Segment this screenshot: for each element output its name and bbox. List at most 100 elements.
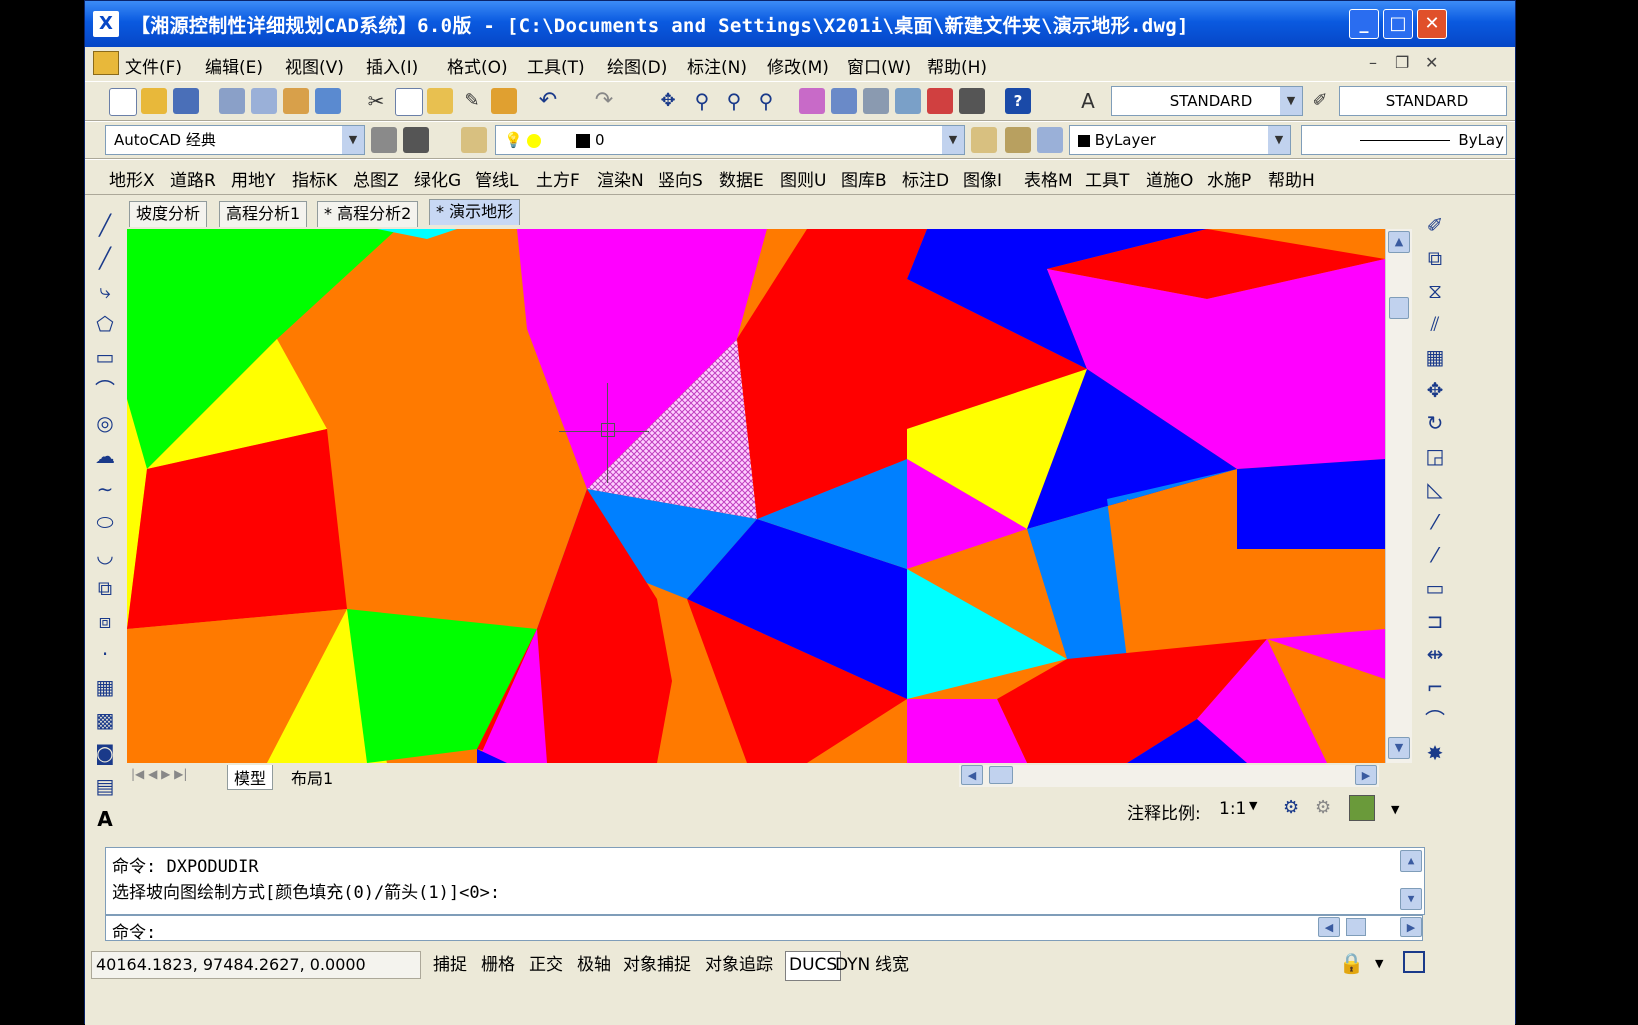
menu-insert[interactable]: 插入(I) [366,53,418,78]
sheet-set-icon[interactable] [895,88,921,114]
rotate-icon[interactable]: ↻ [1421,409,1449,437]
layout-nav-buttons[interactable]: |◀ ◀ ▶ ▶| [131,767,187,781]
xy-menu-library[interactable]: 图库B [841,166,887,191]
xy-menu-table[interactable]: 表格M [1024,166,1073,191]
publish-icon[interactable] [283,88,309,114]
text-style-select[interactable]: STANDARD ▼ [1111,86,1303,116]
mdi-minimize-button[interactable]: – [1369,53,1377,72]
xy-menu-greening[interactable]: 绿化G [414,166,461,191]
toolbar-lock-icon[interactable] [1349,795,1375,821]
toggle-osnap[interactable]: 对象捕捉 [619,951,695,981]
close-button[interactable]: ✕ [1417,9,1447,39]
xy-menu-road[interactable]: 道路R [170,166,216,191]
color-select[interactable]: ByLayer ▼ [1069,125,1291,155]
menu-file[interactable]: 文件(F) [125,53,182,78]
menu-format[interactable]: 格式(O) [447,53,508,78]
break-icon[interactable]: ⊐ [1421,607,1449,635]
scroll-down-button[interactable]: ▼ [1388,737,1410,759]
multiline-text-icon[interactable]: A [91,805,119,833]
save-icon[interactable] [173,88,199,114]
xy-menu-terrain[interactable]: 地形X [109,166,155,191]
xy-menu-road-construction[interactable]: 道施O [1146,166,1193,191]
maximize-button[interactable]: □ [1383,9,1413,39]
horizontal-scroll-thumb[interactable] [989,766,1013,784]
xy-menu-data[interactable]: 数据E [719,166,764,191]
command-scroll-thumb[interactable] [1346,918,1366,936]
scroll-up-button[interactable]: ▲ [1388,231,1410,253]
arc-icon[interactable]: ⌒ [91,376,119,404]
text-style-icon[interactable]: A [1075,88,1101,114]
status-menu-chevron-icon[interactable]: ▼ [1391,803,1399,816]
toggle-snap[interactable]: 捕捉 [429,951,471,981]
region-icon[interactable]: ◙ [91,739,119,767]
toggle-lineweight[interactable]: 线宽 [871,951,913,981]
xy-menu-water-construction[interactable]: 水施P [1207,166,1251,191]
xy-menu-pipeline[interactable]: 管线L [475,166,518,191]
help-icon[interactable]: ? [1005,88,1031,114]
hatch-icon[interactable]: ▦ [91,673,119,701]
fillet-icon[interactable]: ⌒ [1421,706,1449,734]
menu-tools[interactable]: 工具(T) [527,53,585,78]
chamfer-icon[interactable]: ⌐ [1421,673,1449,701]
pan-icon[interactable]: ✥ [655,88,681,114]
ellipse-icon[interactable]: ⬭ [91,508,119,536]
xy-menu-help[interactable]: 帮助H [1268,166,1315,191]
scroll-left-button[interactable]: ◀ [961,765,983,785]
command-scroll-left-button[interactable]: ◀ [1318,917,1340,937]
zoom-previous-icon[interactable]: ⚲ [753,88,779,114]
toggle-otrack[interactable]: 对象追踪 [701,951,777,981]
xy-menu-vertical[interactable]: 竖向S [658,166,703,191]
annotation-visibility-icon[interactable]: ⚙ [1283,797,1299,818]
polygon-icon[interactable]: ⬠ [91,310,119,338]
markup-icon[interactable] [927,88,953,114]
toggle-ortho[interactable]: 正交 [525,951,567,981]
zoom-window-icon[interactable]: ⚲ [721,88,747,114]
new-icon[interactable] [109,88,137,116]
line-icon[interactable]: ╱ [91,211,119,239]
match-properties-icon[interactable]: ✎ [459,88,485,114]
layer-select[interactable]: 💡 0 ▼ [495,125,965,155]
lock-icon[interactable]: 🔒 [1339,951,1364,975]
tab-slope-analysis[interactable]: 坡度分析 [129,201,208,227]
drawing-canvas[interactable] [127,229,1385,763]
xy-menu-drawing-rules[interactable]: 图则U [780,166,826,191]
make-current-layer-icon[interactable] [971,127,997,153]
auto-scale-icon[interactable]: ⚙ [1315,797,1331,818]
menu-help[interactable]: 帮助(H) [927,53,987,78]
dim-style-icon[interactable]: ✐ [1307,88,1333,114]
dim-style-select[interactable]: STANDARD [1339,86,1507,116]
redo-icon[interactable]: ↷ [591,88,617,114]
array-icon[interactable]: ▦ [1421,343,1449,371]
clean-screen-icon[interactable] [1403,951,1425,973]
menu-edit[interactable]: 编辑(E) [205,53,263,78]
spline-icon[interactable]: ∼ [91,475,119,503]
cut-icon[interactable]: ✂ [363,88,389,114]
menu-view[interactable]: 视图(V) [285,53,344,78]
tab-elevation-analysis-2[interactable]: * 高程分析2 [317,201,419,227]
minimize-button[interactable]: _ [1349,9,1379,39]
join-icon[interactable]: ⇹ [1421,640,1449,668]
history-scroll-up-button[interactable]: ▲ [1400,850,1422,872]
undo-icon[interactable]: ↶ [535,88,561,114]
block-editor-icon[interactable] [491,88,517,114]
coordinate-display[interactable]: 40164.1823, 97484.2627, 0.0000 [91,951,421,979]
scale-icon[interactable]: ◲ [1421,442,1449,470]
mdi-restore-button[interactable]: ❐ [1395,53,1409,72]
ellipse-arc-icon[interactable]: ◡ [91,541,119,569]
paste-icon[interactable] [427,88,453,114]
workspace-select[interactable]: AutoCAD 经典 ▼ [105,125,365,155]
folder-icon[interactable] [93,51,119,75]
table-icon[interactable]: ▤ [91,772,119,800]
chevron-down-icon[interactable]: ▼ [1249,799,1257,812]
tab-model[interactable]: 模型 [227,765,274,790]
workspace-settings-icon[interactable] [371,127,397,153]
mirror-icon[interactable]: ⧖ [1421,277,1449,305]
workspace-toolbar-icon[interactable] [403,127,429,153]
layer-manager-icon[interactable] [461,127,487,153]
title-bar[interactable]: X 【湘源控制性详细规划CAD系统】6.0版 - [C:\Documents a… [85,1,1515,47]
layer-state-icon[interactable] [1037,127,1063,153]
menu-window[interactable]: 窗口(W) [847,53,911,78]
linetype-select[interactable]: ByLay [1301,125,1507,155]
tool-palettes-icon[interactable] [863,88,889,114]
xy-menu-render[interactable]: 渲染N [597,166,644,191]
